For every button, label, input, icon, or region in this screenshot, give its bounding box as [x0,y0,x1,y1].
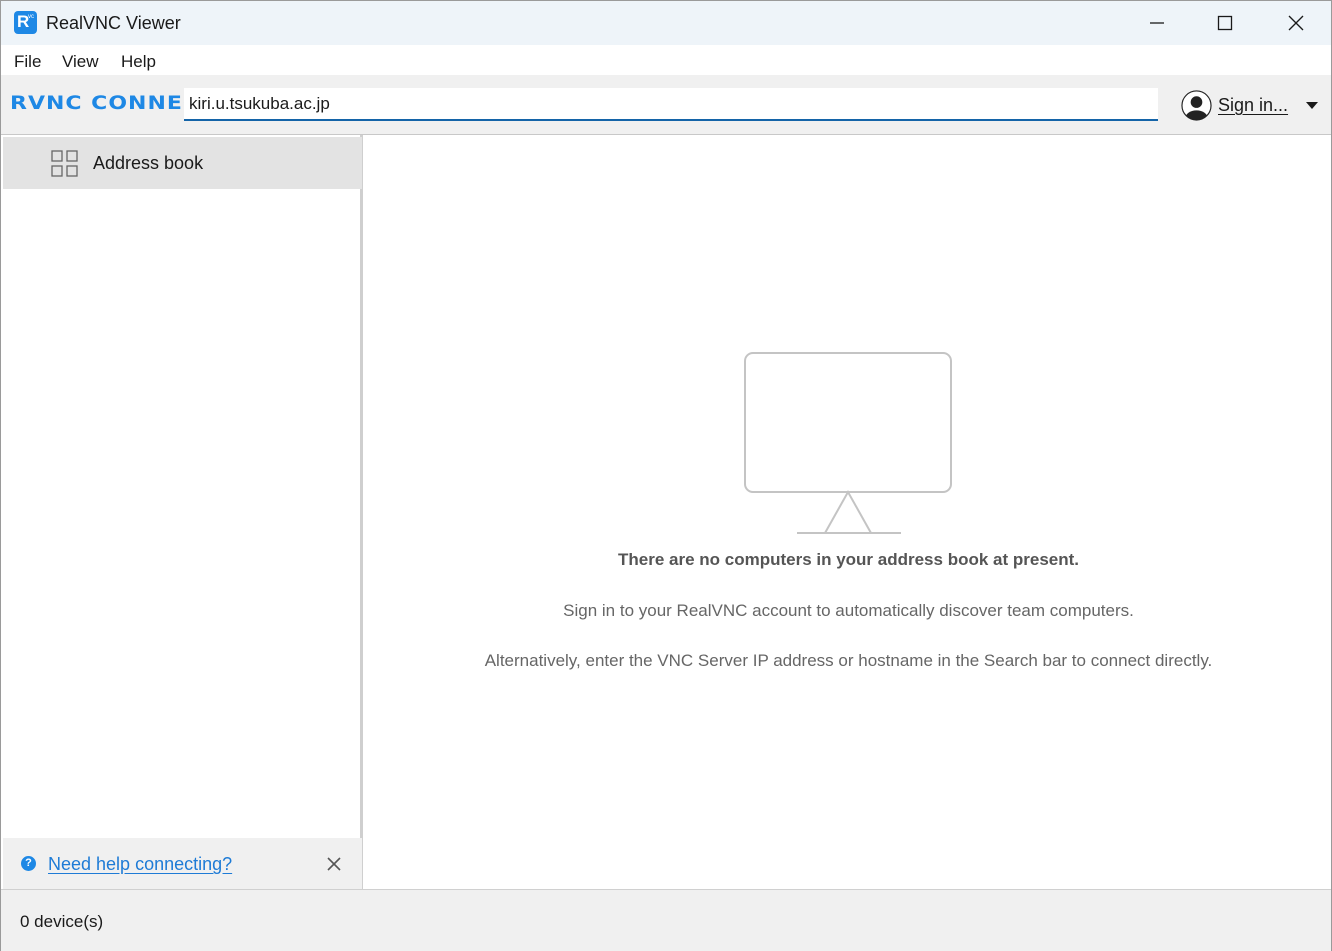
grid-icon [51,150,78,177]
search-input[interactable] [184,88,1158,121]
window-title: RealVNC Viewer [46,13,181,33]
menu-view[interactable]: View [62,52,99,72]
sidebar: Address book ? Need help connecting? [1,135,363,889]
need-help-link[interactable]: Need help connecting? [48,854,232,875]
menu-file[interactable]: File [14,52,41,72]
toolbar: RVNC CONNECT Sign in... [1,75,1331,135]
close-window-button[interactable] [1261,1,1331,45]
empty-state-signin-text: Sign in to your RealVNC account to autom… [563,601,1134,620]
empty-state-title: There are no computers in your address b… [617,550,1079,569]
close-icon [1288,15,1304,31]
maximize-icon [1217,15,1233,31]
dismiss-help-button[interactable] [323,853,345,875]
realvnc-app-icon: R vc [14,11,37,34]
minimize-icon [1150,22,1164,24]
monitor-icon [744,352,952,534]
app-window: R vc RealVNC Viewer File View Help RVNC … [0,0,1332,951]
empty-state-direct-connect-text: Alternatively, enter the VNC Server IP a… [484,651,1213,670]
user-avatar-icon [1181,89,1212,121]
address-book-panel: There are no computers in your address b… [366,135,1331,889]
sidebar-item-label: Address book [93,153,204,173]
chevron-down-icon[interactable] [1306,101,1319,109]
sign-in-label: Sign in... [1218,94,1289,115]
status-bar: 0 device(s) [1,889,1331,951]
minimize-button[interactable] [1122,1,1192,45]
device-count: 0 device(s) [20,912,104,931]
menu-bar: File View Help [1,45,1331,75]
sign-in-button[interactable]: Sign in... [1181,89,1319,121]
question-icon: ? [21,856,36,871]
help-banner: ? Need help connecting? [3,838,362,889]
menu-help[interactable]: Help [121,52,156,72]
maximize-button[interactable] [1190,1,1260,45]
sidebar-item-address-book[interactable]: Address book [3,137,362,189]
title-bar: R vc RealVNC Viewer [1,1,1331,45]
